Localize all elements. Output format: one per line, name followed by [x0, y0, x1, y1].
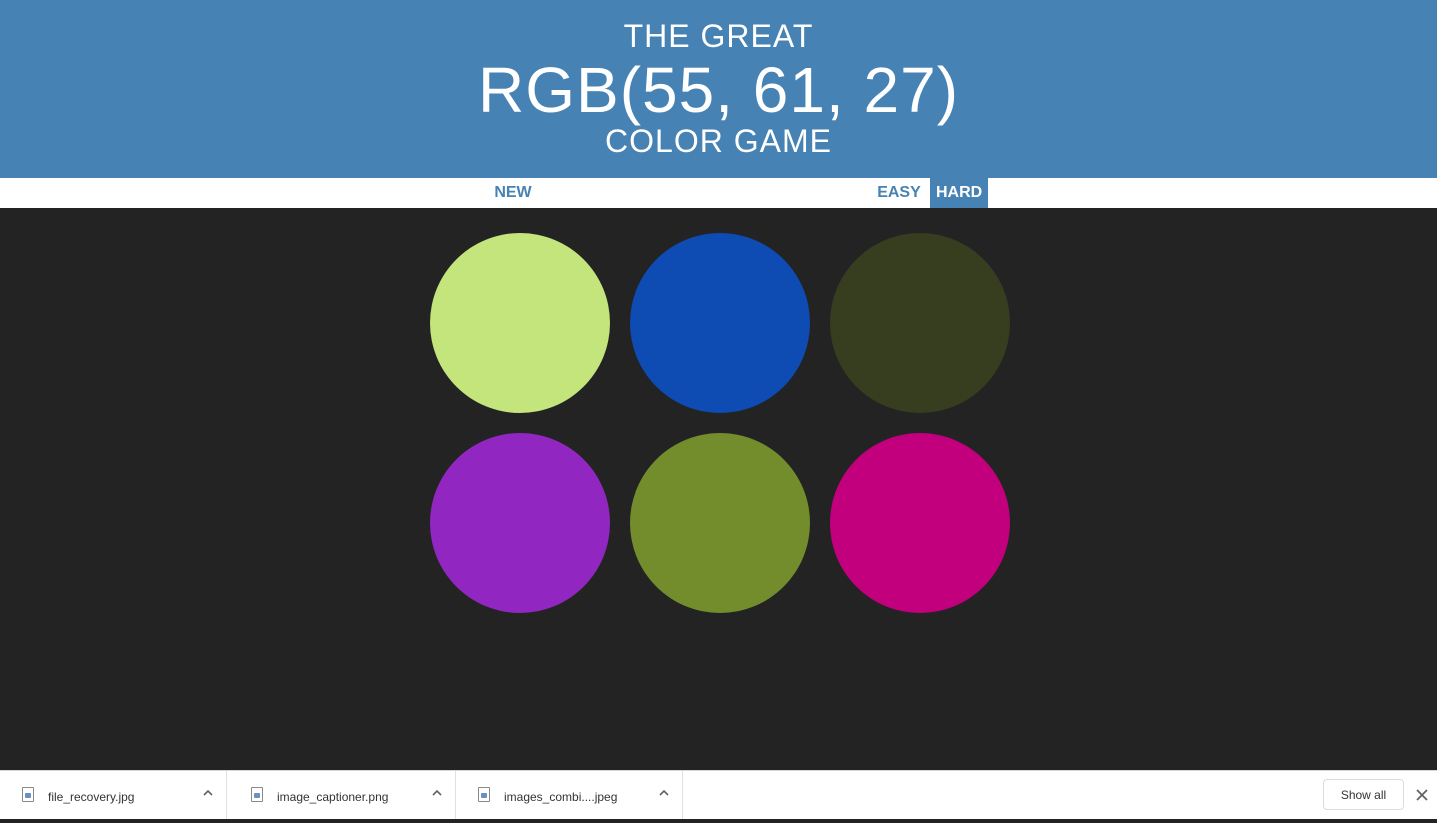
- color-square[interactable]: [630, 433, 810, 613]
- download-item[interactable]: file_recovery.jpg: [0, 771, 227, 819]
- download-item[interactable]: image_captioner.png: [229, 771, 456, 819]
- controls-stripe: NEW COLORS EASY HARD: [0, 178, 1437, 231]
- color-square[interactable]: [430, 233, 610, 413]
- download-filename: file_recovery.jpg: [48, 790, 135, 804]
- download-filename: image_captioner.png: [277, 790, 389, 804]
- close-icon[interactable]: [1413, 786, 1431, 804]
- new-colors-button[interactable]: NEW COLORS: [452, 178, 574, 231]
- easy-mode-button[interactable]: EASY: [870, 178, 928, 208]
- image-file-icon: [22, 787, 34, 802]
- color-square[interactable]: [430, 433, 610, 613]
- game-header: THE GREAT RGB(55, 61, 27) COLOR GAME: [0, 0, 1437, 178]
- chevron-up-icon[interactable]: [199, 785, 217, 803]
- hard-mode-button[interactable]: HARD: [930, 178, 988, 208]
- title-color-game: COLOR GAME: [605, 123, 832, 159]
- image-file-icon: [251, 787, 263, 802]
- color-square[interactable]: [630, 233, 810, 413]
- chevron-up-icon[interactable]: [655, 785, 673, 803]
- target-rgb-display: RGB(55, 61, 27): [478, 54, 959, 126]
- downloads-bar: file_recovery.jpg image_captioner.png im…: [0, 770, 1437, 819]
- color-square[interactable]: [830, 233, 1010, 413]
- download-item[interactable]: images_combi....jpeg: [456, 771, 683, 819]
- color-square[interactable]: [830, 433, 1010, 613]
- show-all-button[interactable]: Show all: [1323, 779, 1404, 810]
- color-squares-container: [0, 208, 1437, 770]
- image-file-icon: [478, 787, 490, 802]
- download-filename: images_combi....jpeg: [504, 790, 618, 804]
- chevron-up-icon[interactable]: [428, 785, 446, 803]
